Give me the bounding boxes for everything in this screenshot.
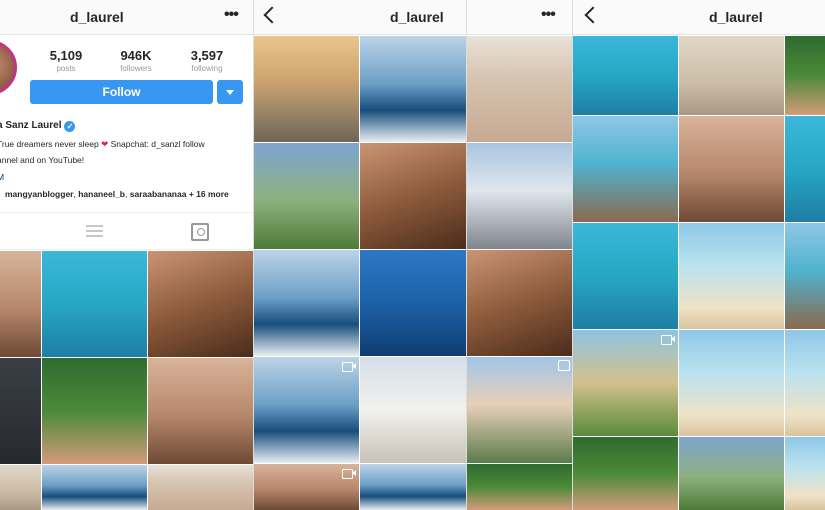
photo-tile[interactable] <box>679 437 784 510</box>
followers-count[interactable]: 946K followers <box>106 48 166 73</box>
profile-top-bar: d_laurel ••• <box>0 0 253 35</box>
photo-tile[interactable] <box>360 464 466 510</box>
more-icon[interactable]: ••• <box>541 6 556 24</box>
photo-tile[interactable] <box>254 36 359 142</box>
photo-tile[interactable] <box>679 330 784 436</box>
photo-tile[interactable] <box>42 465 147 510</box>
video-icon <box>342 361 356 372</box>
photo-tile[interactable] <box>467 464 572 510</box>
photo-tile[interactable] <box>360 143 466 249</box>
back-icon[interactable] <box>263 6 281 24</box>
photo-tile[interactable] <box>0 358 41 464</box>
photo-grid-panel-b: ••• <box>466 0 572 510</box>
photo-tile[interactable] <box>42 358 147 464</box>
more-icon[interactable]: ••• <box>224 6 239 24</box>
photo-tile[interactable] <box>360 357 466 463</box>
photo-tile[interactable] <box>679 223 784 329</box>
photo-tile[interactable] <box>573 116 678 222</box>
grid-username: d_laurel <box>390 9 444 25</box>
grid-username: d_laurel <box>709 9 763 25</box>
photo-tile[interactable] <box>42 251 147 357</box>
bio-link[interactable]: M <box>0 172 4 182</box>
avatar[interactable] <box>0 40 17 95</box>
photo-tile[interactable] <box>573 437 678 510</box>
tagged-icon[interactable] <box>191 223 209 241</box>
photo-tile[interactable] <box>0 251 41 357</box>
photo-tile[interactable] <box>785 223 825 329</box>
photo-tile[interactable] <box>148 251 253 357</box>
bio-line-1: True dreamers never sleep ❤ Snapchat: d_… <box>0 139 205 149</box>
photo-tile[interactable] <box>254 250 359 356</box>
verified-badge-icon: ✓ <box>64 121 76 132</box>
multiple-photos-icon <box>558 360 570 371</box>
photo-tile[interactable] <box>785 36 825 115</box>
photo-tile[interactable] <box>785 116 825 222</box>
photo-tile[interactable] <box>254 357 359 463</box>
photo-grid-panel-c: d_laurel <box>572 0 825 510</box>
photo-tile[interactable] <box>467 143 572 249</box>
photo-tile[interactable] <box>679 36 784 115</box>
photo-tile[interactable] <box>360 250 466 356</box>
photo-grid-panel-a: d_laurel <box>253 0 466 510</box>
grid-top-bar: ••• <box>467 0 572 35</box>
photo-tile[interactable] <box>785 437 825 510</box>
photo-tile[interactable] <box>148 358 253 464</box>
grid-top-bar: d_laurel <box>254 0 466 35</box>
photo-tile[interactable] <box>573 223 678 329</box>
photo-tile[interactable] <box>679 116 784 222</box>
profile-full-name: a Sanz Laurel ✓ <box>0 120 76 132</box>
grid-top-bar: d_laurel <box>573 0 825 35</box>
photo-tile[interactable] <box>467 357 572 463</box>
back-icon[interactable] <box>584 6 602 24</box>
posts-count: 5,109 posts <box>49 48 83 73</box>
photo-tile[interactable] <box>254 143 359 249</box>
photo-tile[interactable] <box>0 465 41 510</box>
profile-panel: d_laurel ••• 5,109 posts 946K followers … <box>0 0 253 510</box>
photo-tile[interactable] <box>148 465 253 510</box>
photo-tile[interactable] <box>360 36 466 142</box>
video-icon <box>342 468 356 479</box>
photo-tile[interactable] <box>467 36 572 142</box>
photo-tile[interactable] <box>573 330 678 436</box>
profile-tabs <box>0 212 253 250</box>
followed-by-list[interactable]: mangyanblogger, hananeel_b, saraabananaa… <box>5 189 229 199</box>
photo-tile[interactable] <box>573 36 678 115</box>
bio-line-2: annel and on YouTube! <box>0 155 85 165</box>
photo-tile[interactable] <box>785 330 825 436</box>
video-icon <box>661 334 675 345</box>
follow-button[interactable]: Follow <box>30 80 213 104</box>
list-icon[interactable] <box>86 225 103 238</box>
heart-icon: ❤ <box>101 139 109 149</box>
following-count[interactable]: 3,597 following <box>177 48 237 73</box>
profile-username: d_laurel <box>70 9 124 25</box>
photo-tile[interactable] <box>467 250 572 356</box>
photo-tile[interactable] <box>254 464 359 510</box>
suggestions-dropdown-button[interactable] <box>217 80 243 104</box>
